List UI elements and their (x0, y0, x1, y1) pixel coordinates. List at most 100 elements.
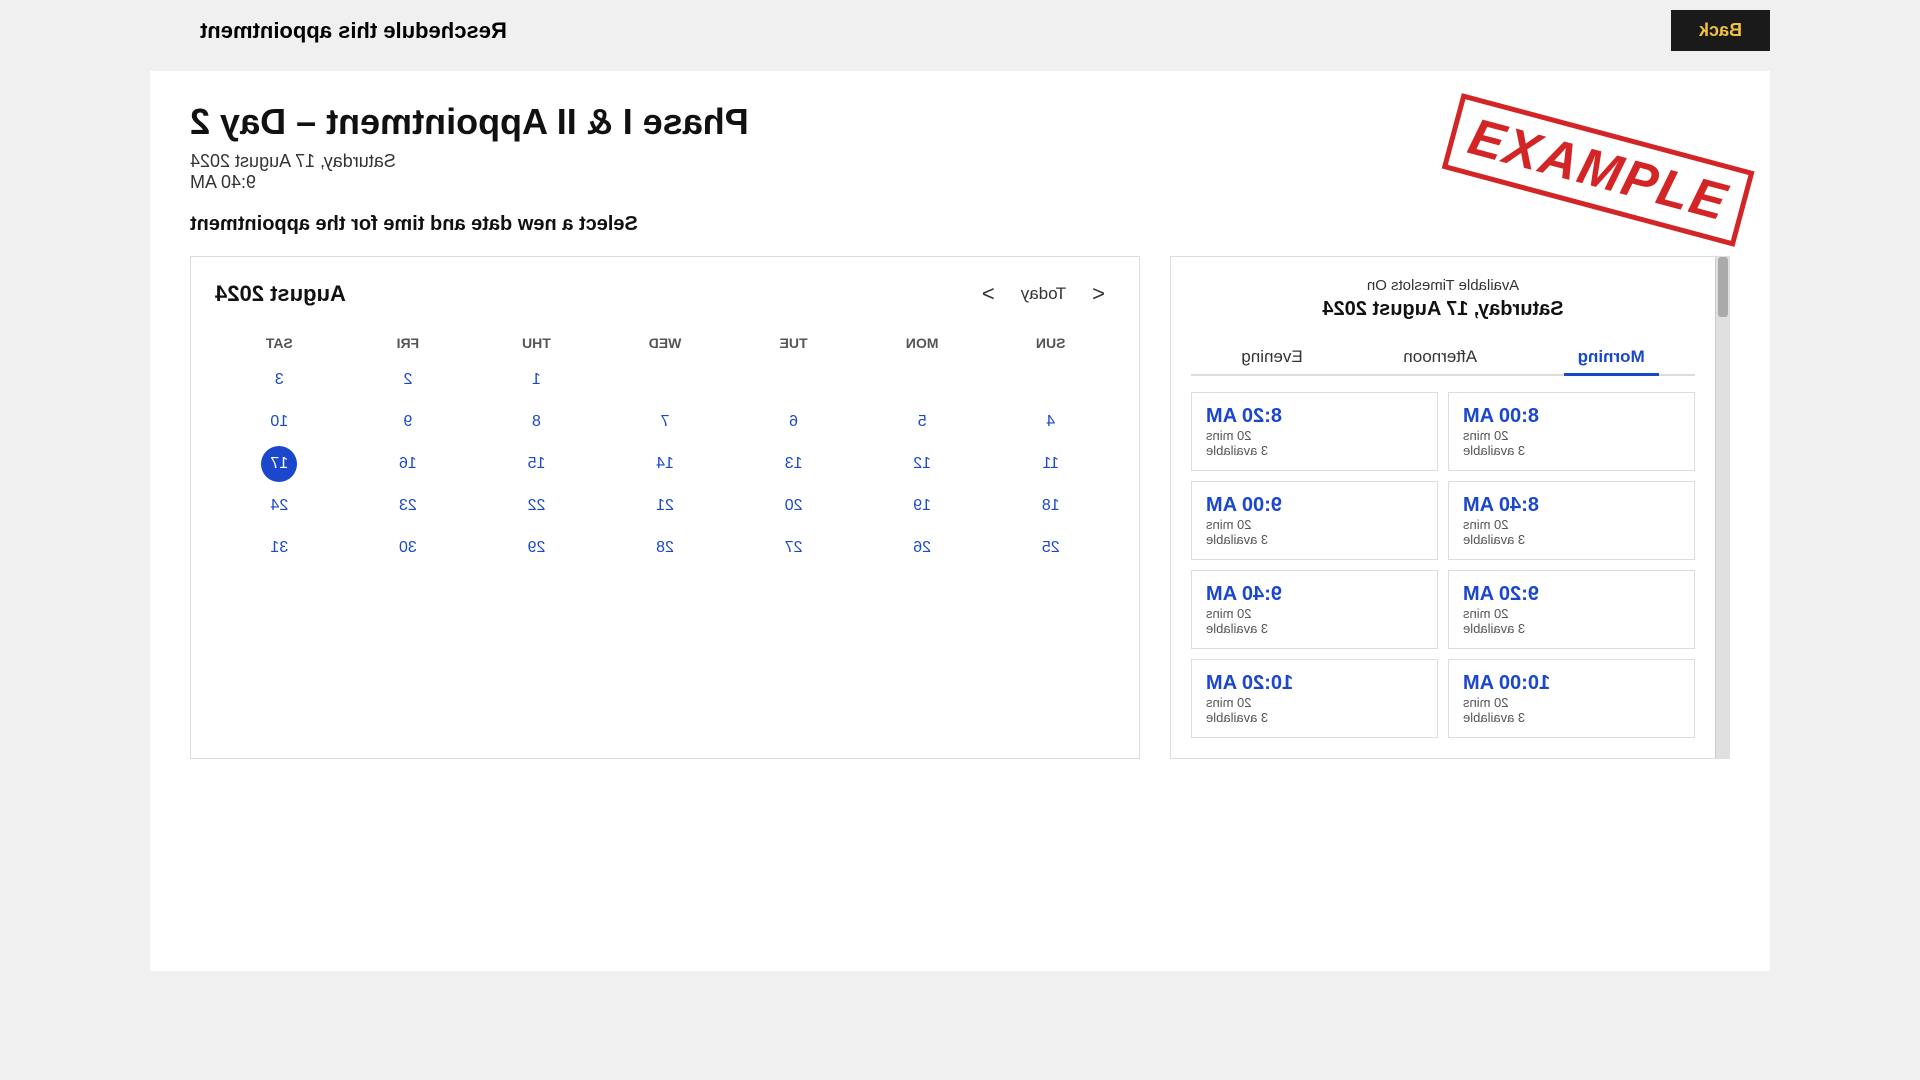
cal-day-8[interactable]: 8 (472, 403, 601, 441)
slot-available: 3 available (1206, 443, 1268, 458)
next-month-button[interactable]: > (972, 277, 1005, 311)
slot-available: 3 available (1206, 532, 1268, 547)
slot-card[interactable]: 9:20 AM 20 mins 3 available (1448, 570, 1695, 649)
slot-available: 3 available (1206, 710, 1268, 725)
cal-day-15[interactable]: 15 (472, 445, 601, 483)
cal-day-20[interactable]: 20 (729, 487, 858, 525)
appointment-time: 9:40 AM (190, 172, 1730, 193)
cal-day-7[interactable]: 7 (601, 403, 730, 441)
cal-day-10[interactable]: 10 (215, 403, 344, 441)
cal-week-2: 4 5 6 7 8 9 10 (215, 403, 1115, 441)
slot-duration: 20 mins (1463, 606, 1509, 621)
slot-time: 10:20 AM (1206, 672, 1293, 695)
dow-sun: SUN (986, 331, 1115, 355)
dow-wed: WED (601, 331, 730, 355)
slot-card[interactable]: 10:20 AM 20 mins 3 available (1191, 659, 1438, 738)
dow-sat: SAT (215, 331, 344, 355)
cal-week-4: 18 19 20 21 22 23 24 (215, 487, 1115, 525)
calendar-month-year: August 2024 (215, 281, 346, 307)
cal-day-30[interactable]: 30 (344, 529, 473, 567)
tab-afternoon[interactable]: Afternoon (1389, 341, 1491, 374)
cal-day-14[interactable]: 14 (601, 445, 730, 483)
slot-available: 3 available (1463, 532, 1525, 547)
cal-day-9[interactable]: 9 (344, 403, 473, 441)
back-button[interactable]: Back (1671, 10, 1770, 51)
slot-duration: 20 mins (1206, 606, 1252, 621)
cal-day-1[interactable]: 1 (472, 361, 601, 399)
cal-day-empty (729, 361, 858, 399)
calendar-grid: SUN MON TUE WED THU FRI SAT 1 (215, 331, 1115, 567)
slot-time: 10:00 AM (1463, 672, 1550, 695)
cal-week-1: 1 2 3 (215, 361, 1115, 399)
cal-day-16[interactable]: 16 (344, 445, 473, 483)
slot-card[interactable]: 10:00 AM 20 mins 3 available (1448, 659, 1695, 738)
cal-day-25[interactable]: 25 (986, 529, 1115, 567)
main-container: EXAMPLE Phase I & II Appointment – Day 2… (150, 71, 1770, 971)
slot-duration: 20 mins (1463, 517, 1509, 532)
cal-day-29[interactable]: 29 (472, 529, 601, 567)
cal-day-12[interactable]: 12 (858, 445, 987, 483)
cal-day-21[interactable]: 21 (601, 487, 730, 525)
slot-available: 3 available (1463, 710, 1525, 725)
today-button[interactable]: Today (1021, 284, 1066, 304)
slot-card[interactable]: 8:40 AM 20 mins 3 available (1448, 481, 1695, 560)
cal-day-11[interactable]: 11 (986, 445, 1115, 483)
cal-day-2[interactable]: 2 (344, 361, 473, 399)
cal-day-empty (986, 361, 1115, 399)
timeslot-header-text: Available Timeslots On (1191, 277, 1695, 294)
calendar-nav: < Today > August 2024 (215, 277, 1115, 311)
slot-time: 9:20 AM (1463, 583, 1539, 606)
scrollbar-thumb[interactable] (1718, 257, 1728, 317)
dow-thu: THU (472, 331, 601, 355)
cal-nav-left: < Today > (972, 277, 1115, 311)
cal-day-3[interactable]: 3 (215, 361, 344, 399)
select-label: Select a new date and time for the appoi… (190, 213, 1730, 236)
cal-day-6[interactable]: 6 (729, 403, 858, 441)
cal-day-19[interactable]: 19 (858, 487, 987, 525)
calendar-weeks: 1 2 3 4 5 6 7 8 9 10 (215, 361, 1115, 567)
slots-grid: 8:00 AM 20 mins 3 available 8:20 AM 20 m… (1191, 392, 1695, 738)
slot-card[interactable]: 8:00 AM 20 mins 3 available (1448, 392, 1695, 471)
cal-day-18[interactable]: 18 (986, 487, 1115, 525)
scrollbar[interactable] (1715, 257, 1729, 758)
slot-available: 3 available (1463, 443, 1525, 458)
slot-time: 8:00 AM (1463, 405, 1539, 428)
cal-week-5: 25 26 27 28 29 30 31 (215, 529, 1115, 567)
slot-time: 8:40 AM (1463, 494, 1539, 517)
cal-day-empty (601, 361, 730, 399)
cal-day-26[interactable]: 26 (858, 529, 987, 567)
slot-card[interactable]: 9:40 AM 20 mins 3 available (1191, 570, 1438, 649)
cal-day-17[interactable]: 17 (261, 446, 297, 482)
cal-day-31[interactable]: 31 (215, 529, 344, 567)
slot-card[interactable]: 8:20 AM 20 mins 3 available (1191, 392, 1438, 471)
slot-duration: 20 mins (1206, 517, 1252, 532)
slot-available: 3 available (1463, 621, 1525, 636)
page-title: Reschedule this appointment (200, 18, 507, 44)
tab-morning[interactable]: Morning (1564, 341, 1659, 376)
days-of-week-row: SUN MON TUE WED THU FRI SAT (215, 331, 1115, 355)
cal-day-24[interactable]: 24 (215, 487, 344, 525)
dow-fri: FRI (344, 331, 473, 355)
cal-day-13[interactable]: 13 (729, 445, 858, 483)
slot-duration: 20 mins (1463, 428, 1509, 443)
slot-time: 9:00 AM (1206, 494, 1282, 517)
appointment-header: Phase I & II Appointment – Day 2 Saturda… (190, 101, 1730, 193)
appointment-title: Phase I & II Appointment – Day 2 (190, 101, 1730, 143)
cal-day-27[interactable]: 27 (729, 529, 858, 567)
slot-time: 9:40 AM (1206, 583, 1282, 606)
timeslot-inner: Available Timeslots On Saturday, 17 Augu… (1171, 257, 1715, 758)
cal-day-empty (858, 361, 987, 399)
cal-day-28[interactable]: 28 (601, 529, 730, 567)
slot-card[interactable]: 9:00 AM 20 mins 3 available (1191, 481, 1438, 560)
prev-month-button[interactable]: < (1082, 277, 1115, 311)
cal-day-23[interactable]: 23 (344, 487, 473, 525)
cal-week-3: 11 12 13 14 15 16 17 (215, 445, 1115, 483)
tab-evening[interactable]: Evening (1227, 341, 1316, 374)
cal-day-22[interactable]: 22 (472, 487, 601, 525)
slot-available: 3 available (1206, 621, 1268, 636)
timeslot-date: Saturday, 17 August 2024 (1191, 298, 1695, 321)
content-row: Available Timeslots On Saturday, 17 Augu… (190, 256, 1730, 759)
dow-mon: MON (858, 331, 987, 355)
cal-day-4[interactable]: 4 (986, 403, 1115, 441)
cal-day-5[interactable]: 5 (858, 403, 987, 441)
